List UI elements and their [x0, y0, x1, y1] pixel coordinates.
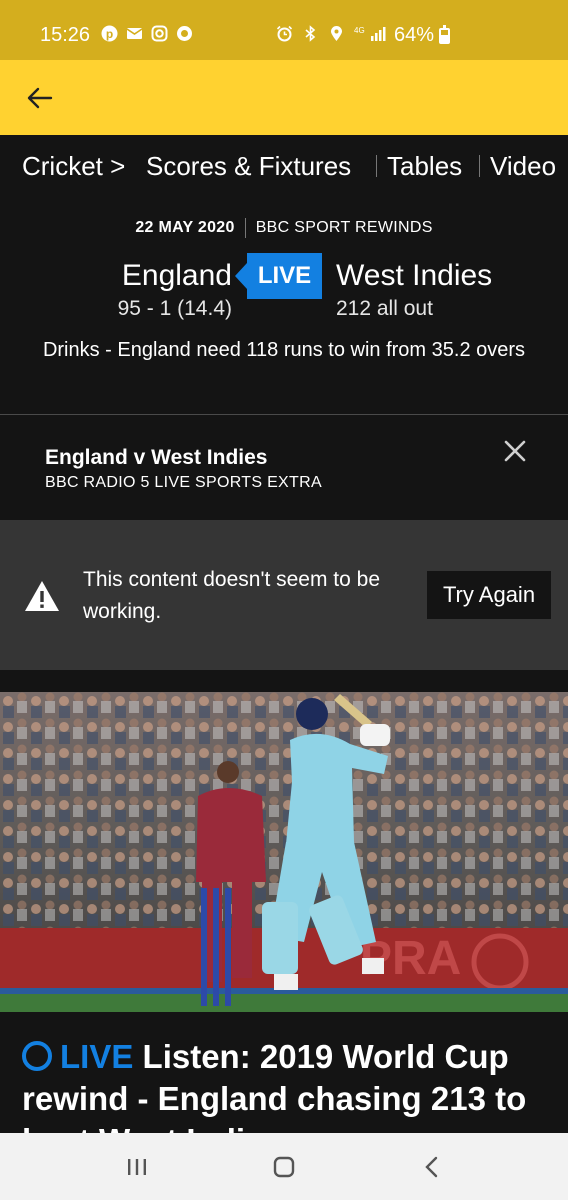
alarm-icon	[276, 25, 293, 42]
away-team-name: West Indies	[336, 259, 493, 292]
location-icon	[328, 25, 345, 42]
nav-divider	[479, 155, 480, 177]
nav-tables[interactable]: Tables	[387, 151, 462, 182]
error-message: This content doesn't seem to be working.	[83, 568, 381, 623]
audio-station: BBC RADIO 5 LIVE SPORTS EXTRA	[45, 474, 322, 491]
match-source: BBC SPORT REWINDS	[255, 219, 433, 237]
away-team-score: 212 all out	[336, 297, 433, 320]
svg-text:p: p	[106, 27, 113, 41]
record-icon	[176, 25, 193, 42]
recents-button[interactable]	[122, 1153, 152, 1181]
instagram-icon	[151, 25, 168, 42]
audio-player-header: England v West Indies BBC RADIO 5 LIVE S…	[0, 416, 568, 520]
section-nav: Cricket > Scores & Fixtures Tables Video	[0, 135, 568, 195]
pinterest-icon: p	[101, 25, 118, 42]
nav-video[interactable]: Video	[490, 151, 556, 182]
live-badge: LIVE	[235, 253, 322, 299]
battery-percent: 64%	[394, 24, 435, 46]
match-status: Drinks - England need 118 runs to win fr…	[42, 339, 526, 361]
status-time: 15:26	[40, 24, 91, 46]
cricket-batsman-photo: PRA	[0, 692, 568, 1012]
battery-icon	[439, 25, 450, 44]
home-team-score: 95 - 1 (14.4)	[117, 297, 232, 320]
home-team-name: England	[121, 259, 232, 292]
audio-title: England v West Indies	[45, 446, 268, 469]
system-navigation-bar	[0, 1133, 568, 1200]
match-scorecard[interactable]: 22 MAY 2020 BBC SPORT REWINDS England LIV…	[0, 195, 568, 415]
home-icon	[273, 1156, 295, 1178]
headline-live-label: LIVE	[60, 1038, 134, 1075]
match-meta: 22 MAY 2020 BBC SPORT REWINDS	[0, 218, 568, 238]
error-panel: This content doesn't seem to be working.…	[0, 520, 568, 670]
back-button[interactable]	[20, 78, 60, 118]
system-back-button[interactable]	[417, 1153, 447, 1181]
warning-icon	[25, 581, 59, 611]
nav-scores-fixtures[interactable]: Scores & Fixtures	[146, 151, 351, 182]
mail-icon	[126, 25, 143, 42]
app-bar	[0, 60, 568, 135]
recents-icon	[128, 1159, 146, 1175]
close-button[interactable]	[497, 433, 533, 469]
try-again-button[interactable]: Try Again	[427, 571, 551, 619]
status-bar: 15:26 p 4G 64%	[0, 0, 568, 60]
hero-image[interactable]: PRA	[0, 692, 568, 1012]
home-button[interactable]	[269, 1153, 299, 1181]
close-icon	[504, 440, 526, 462]
nav-cricket[interactable]: Cricket >	[22, 151, 125, 182]
back-arrow-icon	[27, 87, 53, 109]
live-indicator-icon	[22, 1041, 52, 1071]
bluetooth-icon	[302, 25, 319, 42]
nav-divider	[376, 155, 377, 177]
network-label: 4G	[354, 26, 365, 35]
signal-icon: 4G	[354, 25, 386, 42]
match-date: 22 MAY 2020	[135, 219, 235, 237]
back-icon	[425, 1156, 438, 1178]
